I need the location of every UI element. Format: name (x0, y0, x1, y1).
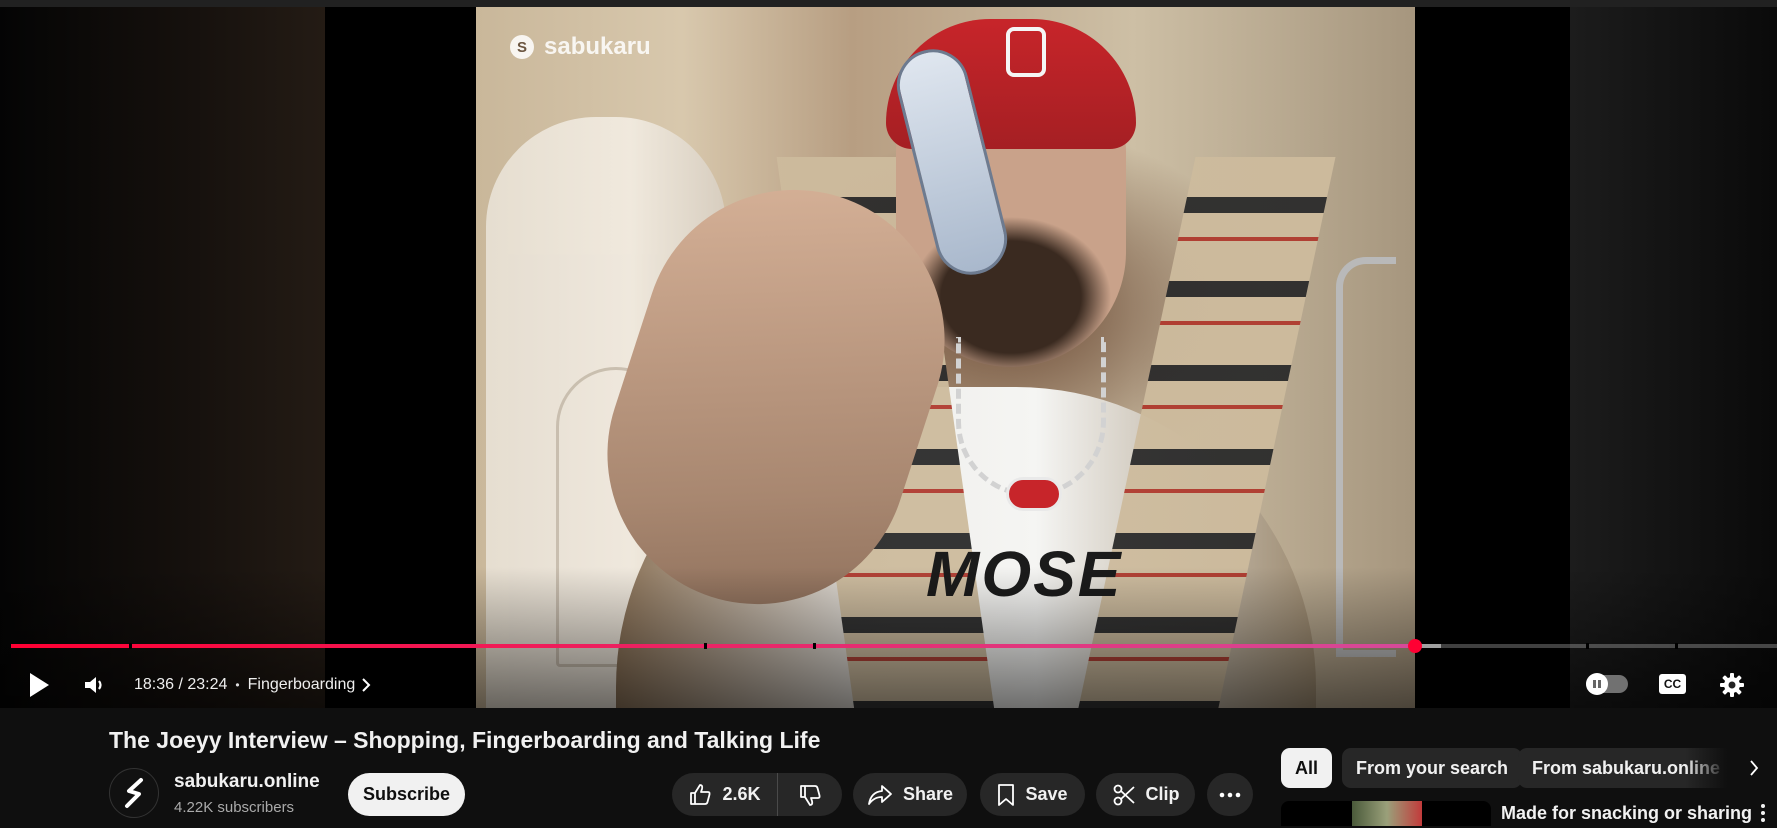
chevron-right-icon (1750, 760, 1759, 776)
chip-all[interactable]: All (1281, 748, 1333, 788)
scissors-icon (1113, 784, 1135, 805)
chapter-marker (129, 643, 132, 649)
thumbs-up-icon (690, 783, 711, 805)
chip-fade (1685, 748, 1745, 788)
channel-name[interactable]: sabukaru.online (174, 771, 320, 793)
chapter-button[interactable]: Fingerboarding (248, 676, 372, 694)
cc-button[interactable]: CC (1659, 674, 1686, 694)
below-player: The Joeyy Interview – Shopping, Fingerbo… (0, 708, 1777, 826)
more-horizontal-icon (1219, 792, 1241, 797)
cap-logo (1006, 27, 1046, 77)
chapter-title: Fingerboarding (247, 676, 356, 693)
play-icon (30, 673, 49, 697)
necklace-chain (956, 337, 1106, 497)
channel-watermark: S sabukaru (510, 33, 651, 61)
volume-icon (85, 677, 102, 693)
player-controls: 18:36 / 23:24 • Fingerboarding CC (0, 657, 1777, 708)
clip-button[interactable]: Clip (1096, 773, 1195, 816)
chip-from-your-search[interactable]: From your search (1342, 748, 1523, 788)
autoplay-toggle[interactable] (1586, 673, 1628, 695)
like-dislike-group: 2.6K (672, 773, 842, 816)
thumbs-down-icon (800, 784, 821, 806)
pendant (1006, 477, 1062, 511)
time-display: 18:36 / 23:24 • Fingerboarding (134, 657, 371, 708)
subscriber-count: 4.22K subscribers (174, 799, 295, 816)
chevron-right-icon (362, 678, 371, 692)
watermark-logo-icon: S (510, 35, 534, 59)
share-button[interactable]: Share (853, 773, 967, 816)
recommendation-thumbnail[interactable] (1281, 801, 1491, 826)
chips-next-button[interactable] (1739, 748, 1769, 788)
settings-button[interactable] (1717, 657, 1747, 708)
dislike-button[interactable] (778, 773, 842, 816)
watermark-text: sabukaru (544, 33, 651, 60)
bookmark-icon (998, 783, 1015, 806)
subscribe-button[interactable]: Subscribe (348, 773, 465, 816)
thumbnail-image (1352, 801, 1422, 826)
like-count: 2.6K (722, 784, 761, 804)
chapter-marker (1586, 643, 1589, 649)
save-label: Save (1025, 784, 1068, 804)
channel-avatar[interactable] (109, 768, 159, 818)
like-button[interactable]: 2.6K (672, 773, 778, 816)
video-player[interactable]: MOSE S sabukaru 18:36 / 23:24 • Fingerb (0, 7, 1777, 708)
volume-button[interactable] (80, 657, 110, 708)
recommendation-title[interactable]: Made for snacking or sharing (1501, 803, 1752, 824)
sabukaru-logo-icon (125, 778, 143, 808)
chapter-marker (704, 643, 707, 649)
top-strip (0, 0, 1777, 7)
chapter-marker (813, 643, 816, 649)
progress-bar[interactable] (11, 639, 1777, 653)
progress-scrubber[interactable] (1407, 639, 1422, 653)
chapter-separator: • (235, 678, 240, 692)
recommendation-menu-icon[interactable] (1757, 804, 1769, 828)
video-title: The Joeyy Interview – Shopping, Fingerbo… (109, 727, 821, 753)
pause-icon (1593, 680, 1601, 688)
gear-icon (1720, 673, 1744, 697)
autoplay-knob (1586, 673, 1608, 695)
play-button[interactable] (24, 657, 54, 708)
clip-label: Clip (1145, 784, 1180, 804)
save-button[interactable]: Save (980, 773, 1085, 816)
share-label: Share (902, 784, 954, 804)
progress-played (11, 644, 1415, 648)
cc-icon: CC (1663, 677, 1682, 691)
share-icon (868, 784, 892, 805)
more-actions-button[interactable] (1207, 773, 1253, 816)
time-text: 18:36 / 23:24 (134, 676, 228, 693)
chapter-marker (1675, 643, 1678, 649)
